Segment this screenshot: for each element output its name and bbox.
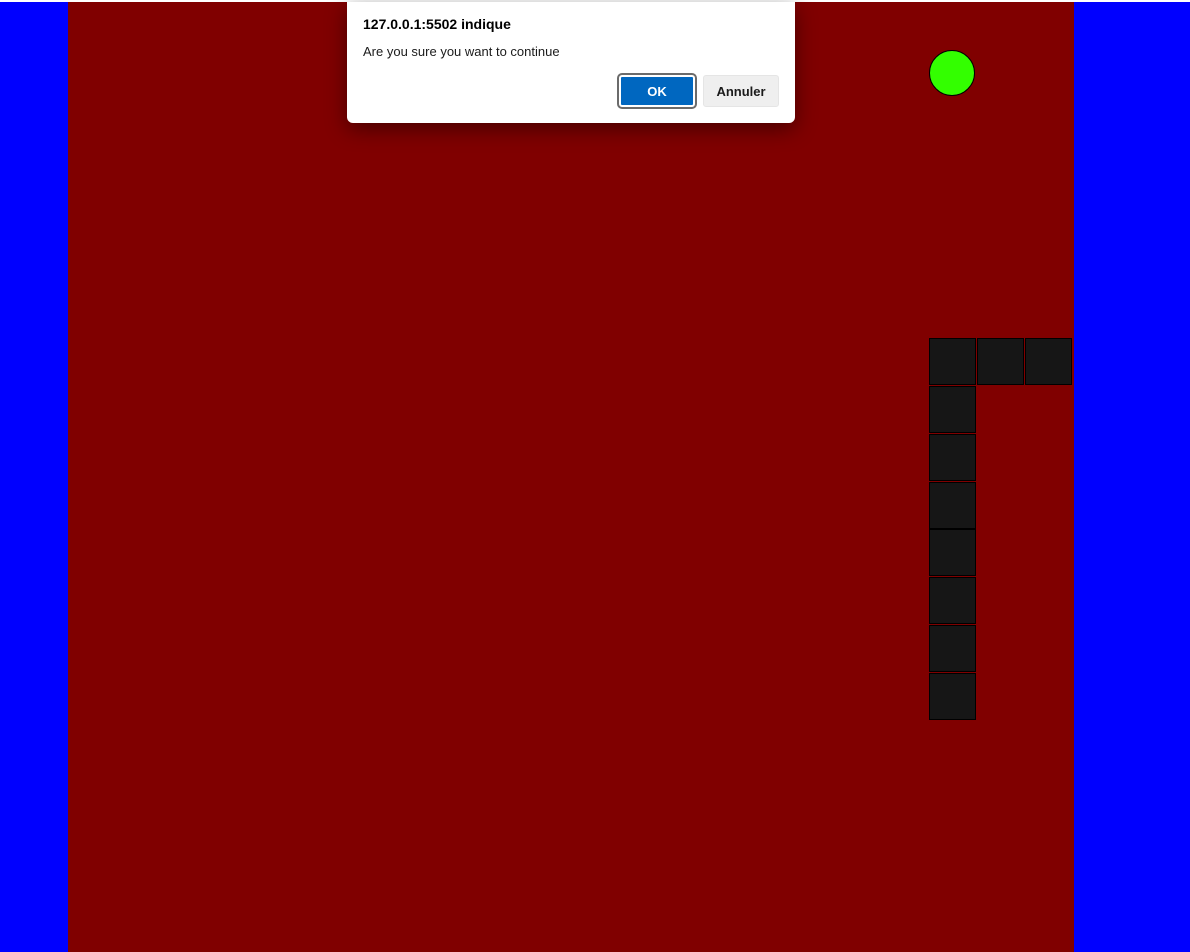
page: 127.0.0.1:5502 indique Are you sure you … <box>0 0 1190 952</box>
dialog-message: Are you sure you want to continue <box>363 44 560 59</box>
snake-segment <box>929 338 976 385</box>
snake-segment <box>929 625 976 672</box>
ok-button[interactable]: OK <box>617 73 697 109</box>
snake-segment <box>929 386 976 433</box>
food-apple <box>929 50 975 96</box>
snake-segment <box>929 482 976 529</box>
dialog-title: 127.0.0.1:5502 indique <box>363 16 511 32</box>
snake-segment <box>977 338 1024 385</box>
snake-segment <box>1025 338 1072 385</box>
snake-segment <box>929 434 976 481</box>
cancel-button[interactable]: Annuler <box>703 75 779 107</box>
snake-segment <box>929 529 976 576</box>
confirm-dialog: 127.0.0.1:5502 indique Are you sure you … <box>347 2 795 123</box>
snake-segment <box>929 673 976 720</box>
game-board <box>68 2 1074 952</box>
snake-segment <box>929 577 976 624</box>
